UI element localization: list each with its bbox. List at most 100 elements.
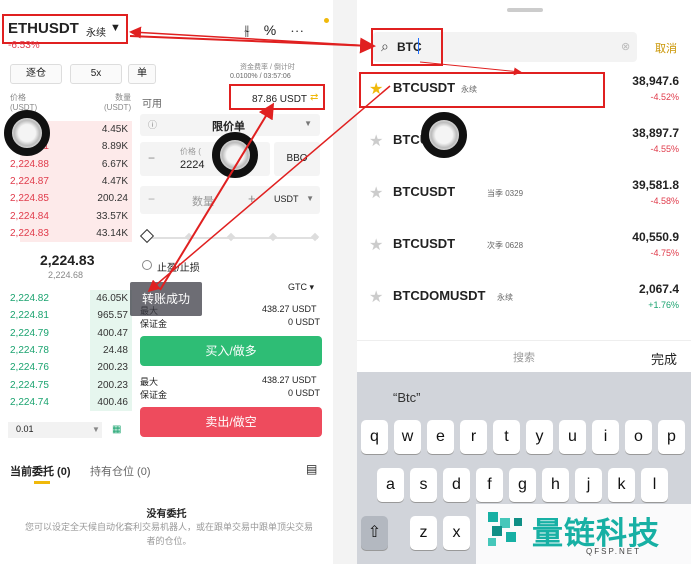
orderbook-qty: 400.47 <box>97 327 128 339</box>
precision-select[interactable]: 0.01 <box>8 422 102 438</box>
chevron-down-icon: ▼ <box>304 119 312 128</box>
shift-key[interactable]: ⇧ <box>361 516 388 550</box>
orderbook-price: 2,224.74 <box>10 396 49 408</box>
bid-row[interactable]: 2,224.79 400.47 <box>0 325 132 342</box>
quantity-input[interactable]: − 数量 + USDT ▼ <box>140 186 320 214</box>
more-icon[interactable]: ⋯ <box>290 22 318 38</box>
clear-icon[interactable]: ⊗ <box>621 40 630 53</box>
result-price: 38,897.7 <box>632 126 679 140</box>
key-e[interactable]: e <box>427 420 454 454</box>
cancel-button[interactable]: 取消 <box>655 40 677 56</box>
order-history-icon[interactable]: ▤ <box>306 462 317 476</box>
search-result-row[interactable]: ★ BTCU 38,897.7 -4.55% <box>357 116 691 168</box>
chart-icon[interactable]: ⫳ <box>244 22 264 38</box>
transfer-success-toast: 转账成功 <box>130 282 202 316</box>
key-g[interactable]: g <box>509 468 536 502</box>
tab-open-orders[interactable]: 当前委托 (0) <box>10 463 71 479</box>
search-result-row[interactable]: ★ BTCUSDT 次季 0628 40,550.9 -4.75% <box>357 220 691 272</box>
key-o[interactable]: o <box>625 420 652 454</box>
percent-icon[interactable]: % <box>264 22 290 38</box>
bid-row[interactable]: 2,224.78 24.48 <box>0 342 132 359</box>
touch-indicator <box>212 132 258 178</box>
slider-tick[interactable] <box>184 232 194 242</box>
slider-tick[interactable] <box>310 232 320 242</box>
minus-icon[interactable]: − <box>148 192 155 206</box>
orderbook-price: 2,224.88 <box>10 158 49 170</box>
slider-handle[interactable] <box>139 228 155 244</box>
result-change: -4.55% <box>650 144 679 154</box>
bid-row[interactable]: 2,224.81 965.57 <box>0 307 132 324</box>
sheet-handle[interactable] <box>507 8 543 12</box>
position-mode-button[interactable]: 单 <box>128 64 156 84</box>
price-input-label: 价格 ( <box>180 147 201 156</box>
key-s[interactable]: s <box>410 468 437 502</box>
bid-row[interactable]: 2,224.76 200.23 <box>0 359 132 376</box>
orderbook-qty-header: 数量 (USDT) <box>104 93 132 112</box>
funding-value: 0.0100% / 03:57:06 <box>230 73 291 80</box>
key-f[interactable]: f <box>476 468 503 502</box>
bid-row[interactable]: 2,224.75 200.23 <box>0 377 132 394</box>
star-icon[interactable]: ★ <box>369 131 383 151</box>
slider-tick[interactable] <box>268 232 278 242</box>
contract-type-label: 永续 <box>86 28 106 39</box>
key-d[interactable]: d <box>443 468 470 502</box>
key-t[interactable]: t <box>493 420 520 454</box>
leverage-button[interactable]: 5x <box>70 64 122 84</box>
key-x[interactable]: x <box>443 516 470 550</box>
key-r[interactable]: r <box>460 420 487 454</box>
margin-sell-label: 保证金 <box>140 390 168 400</box>
ask-row[interactable]: 2,224.88 6.67K <box>0 156 132 173</box>
toolbar-icons[interactable]: ⫳%⋯ <box>244 22 318 39</box>
empty-description: 您可以设定全天候自动化套利交易机器人，或在跟单交易中跟单顶尖交易者的仓位。 <box>24 522 313 546</box>
result-contract-tag: 永续 <box>497 293 513 302</box>
transfer-icon[interactable]: ⇄ <box>310 92 318 103</box>
symbol-title[interactable]: ETHUSDT <box>8 20 79 37</box>
ask-row[interactable]: 2,224.84 33.57K <box>0 208 132 225</box>
keyboard-suggestion[interactable]: “Btc” <box>393 390 420 405</box>
key-p[interactable]: p <box>658 420 685 454</box>
key-q[interactable]: q <box>361 420 388 454</box>
done-button[interactable]: 完成 <box>651 349 677 368</box>
key-z[interactable]: z <box>410 516 437 550</box>
key-i[interactable]: i <box>592 420 619 454</box>
bid-row[interactable]: 2,224.82 46.05K <box>0 290 132 307</box>
result-symbol: BTCUSDT <box>393 184 456 199</box>
key-y[interactable]: y <box>526 420 553 454</box>
star-icon[interactable]: ★ <box>369 287 383 307</box>
buy-long-button[interactable]: 买入/做多 <box>140 336 322 366</box>
search-result-row[interactable]: ★ BTCDOMUSDT 永续 2,067.4 +1.76% <box>357 272 691 324</box>
key-a[interactable]: a <box>377 468 404 502</box>
tpsl-label: 止盈/止损 <box>157 263 200 274</box>
chevron-down-icon[interactable]: ▼ <box>110 22 121 34</box>
result-symbol: BTCDOMUSDT <box>393 288 486 303</box>
bid-row[interactable]: 2,224.74 400.46 <box>0 394 132 411</box>
result-contract-tag: 当季 0329 <box>487 189 524 198</box>
key-k[interactable]: k <box>608 468 635 502</box>
depth-view-icon[interactable]: ▦ <box>112 424 121 435</box>
margin-mode-button[interactable]: 逐仓 <box>10 64 62 84</box>
key-w[interactable]: w <box>394 420 421 454</box>
key-j[interactable]: j <box>575 468 602 502</box>
key-u[interactable]: u <box>559 420 586 454</box>
star-icon[interactable]: ★ <box>369 235 383 255</box>
result-contract-tag: 次季 0628 <box>487 241 524 250</box>
ask-row[interactable]: 2,224.85 200.24 <box>0 190 132 207</box>
key-l[interactable]: l <box>641 468 668 502</box>
selected-result-highlight-box <box>359 72 605 108</box>
bbo-button[interactable]: BBO <box>274 142 320 176</box>
plus-icon[interactable]: + <box>248 191 256 206</box>
key-h[interactable]: h <box>542 468 569 502</box>
time-in-force-select[interactable]: GTC ▾ <box>288 282 314 293</box>
tpsl-checkbox[interactable] <box>142 260 152 270</box>
max-buy-value: 438.27 USDT <box>262 304 317 314</box>
star-icon[interactable]: ★ <box>369 183 383 203</box>
ask-row[interactable]: 2,224.87 4.47K <box>0 173 132 190</box>
sell-short-button[interactable]: 卖出/做空 <box>140 407 322 437</box>
search-result-row[interactable]: ★ BTCUSDT 当季 0329 39,581.8 -4.58% <box>357 168 691 220</box>
minus-icon[interactable]: − <box>148 151 155 165</box>
quantity-unit[interactable]: USDT <box>274 194 299 204</box>
slider-tick[interactable] <box>226 232 236 242</box>
tab-positions[interactable]: 持有仓位 (0) <box>90 463 151 479</box>
notification-dot <box>324 18 329 23</box>
ask-row[interactable]: 2,224.83 43.14K <box>0 225 132 242</box>
